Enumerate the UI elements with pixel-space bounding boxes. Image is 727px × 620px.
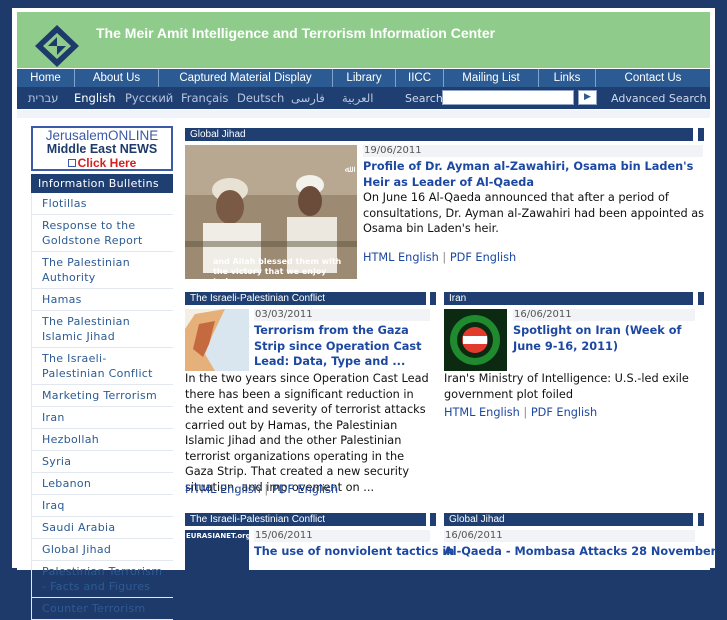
- lang-english[interactable]: English: [74, 91, 116, 105]
- jol-click-here[interactable]: Click Here: [33, 156, 171, 170]
- lang-hebrew[interactable]: עברית: [28, 91, 58, 105]
- sidebar-item-response-to-the-goldstone-report[interactable]: Response to the Goldstone Report: [31, 215, 173, 252]
- site-title[interactable]: The Meir Amit Intelligence and Terrorism…: [96, 25, 495, 41]
- section-tick: [430, 513, 436, 526]
- gaza-article-headline[interactable]: Terrorism from the Gaza Strip since Oper…: [254, 323, 426, 370]
- section-header-iran[interactable]: Iran: [444, 292, 693, 305]
- sidebar-item-saudi-arabia[interactable]: Saudi Arabia: [31, 517, 173, 539]
- lang-russian[interactable]: Русский: [125, 91, 173, 105]
- html-english-link[interactable]: HTML English: [363, 251, 439, 264]
- thumbnail-caption: and Allah blessed them with the victory …: [213, 257, 342, 286]
- iran-article-headline[interactable]: Spotlight on Iran (Week of June 9-16, 20…: [513, 323, 695, 354]
- sidebar-item-hamas[interactable]: Hamas: [31, 289, 173, 311]
- lang-french[interactable]: Français: [181, 91, 228, 105]
- section-header-israeli-palestinian-2[interactable]: The Israeli-Palestinian Conflict: [185, 513, 426, 526]
- jerusalem-online-banner[interactable]: JerusalemONLINE Middle East NEWS Click H…: [31, 126, 173, 171]
- nav-home[interactable]: Home: [17, 69, 75, 87]
- featured-links: HTML English | PDF English: [363, 251, 517, 264]
- iran-article-links: HTML English | PDF English: [444, 406, 598, 419]
- sidebar-item-palestinian-terrorism-facts-and-figures[interactable]: Palestinian Terrorism - Facts and Figure…: [31, 561, 173, 598]
- language-bar: עברית English Русский Français Deutsch ف…: [17, 87, 710, 109]
- section-header-global-jihad-2[interactable]: Global Jihad: [444, 513, 693, 526]
- sidebar-item-lebanon[interactable]: Lebanon: [31, 473, 173, 495]
- section-tick: [430, 292, 436, 305]
- sidebar-item-global-jihad[interactable]: Global Jihad: [31, 539, 173, 561]
- bottom-right-headline[interactable]: Al-Qaeda - Mombasa Attacks 28 November: [444, 544, 716, 560]
- article-date: 16/06/2011: [513, 309, 695, 321]
- sidebar: JerusalemONLINE Middle East NEWS Click H…: [31, 126, 173, 620]
- article-date: 19/06/2011: [363, 145, 703, 157]
- lang-german[interactable]: Deutsch: [237, 91, 284, 105]
- featured-summary: On June 16 Al-Qaeda announced that after…: [363, 191, 705, 235]
- pdf-english-link[interactable]: PDF English: [531, 406, 597, 419]
- nav-iicc[interactable]: IICC: [396, 69, 444, 87]
- sidebar-item-iran[interactable]: Iran: [31, 407, 173, 429]
- iran-logo-thumbnail[interactable]: [444, 309, 507, 371]
- sidebar-item-marketing-terrorism[interactable]: Marketing Terrorism: [31, 385, 173, 407]
- html-english-link[interactable]: HTML English: [444, 406, 520, 419]
- section-tick: [698, 292, 704, 305]
- nav-contact-us[interactable]: Contact Us: [596, 69, 710, 87]
- nav-mailing-list[interactable]: Mailing List: [444, 69, 539, 87]
- featured-headline[interactable]: Profile of Dr. Ayman al-Zawahiri, Osama …: [363, 159, 703, 190]
- main-nav: Home About Us Captured Material Display Lib…: [17, 69, 710, 87]
- sidebar-item-flotillas[interactable]: Flotillas: [31, 193, 173, 215]
- search-input[interactable]: [442, 90, 574, 105]
- advanced-search-link[interactable]: Advanced Search: [611, 92, 707, 105]
- sidebar-item-iraq[interactable]: Iraq: [31, 495, 173, 517]
- section-tick: [698, 513, 704, 526]
- nav-about-us[interactable]: About Us: [75, 69, 159, 87]
- section-header-global-jihad[interactable]: Global Jihad: [185, 128, 693, 141]
- sidebar-item-hezbollah[interactable]: Hezbollah: [31, 429, 173, 451]
- nav-captured-material-display[interactable]: Captured Material Display: [159, 69, 333, 87]
- pdf-english-link[interactable]: PDF English: [450, 251, 516, 264]
- jol-brand: JerusalemONLINE: [45, 128, 159, 143]
- section-header-israeli-palestinian[interactable]: The Israeli-Palestinian Conflict: [185, 292, 426, 305]
- sidebar-item-the-israeli-palestinian-conflict[interactable]: The Israeli-Palestinian Conflict: [31, 348, 173, 385]
- page-frame: The Meir Amit Intelligence and Terrorism…: [12, 8, 716, 620]
- gaza-article-links: HTML English | PDF English: [185, 483, 339, 496]
- nav-links[interactable]: Links: [539, 69, 596, 87]
- search-label: Search: [405, 92, 443, 105]
- checkbox-icon: [67, 159, 76, 167]
- iran-article-summary: Iran's Ministry of Intelligence: U.S.-le…: [444, 372, 689, 401]
- html-english-link[interactable]: HTML English: [185, 483, 261, 496]
- gaza-map-thumbnail[interactable]: [185, 309, 249, 371]
- sidebar-item-syria[interactable]: Syria: [31, 451, 173, 473]
- article-date: 03/03/2011: [254, 309, 430, 321]
- sidebar-item-the-palestinian-islamic-jihad[interactable]: The Palestinian Islamic Jihad: [31, 311, 173, 348]
- article-date: 16/06/2011: [444, 530, 695, 542]
- eurasianet-label: EURASIANET.org: [186, 532, 251, 540]
- nav-library[interactable]: Library: [333, 69, 396, 87]
- pdf-english-link[interactable]: PDF English: [272, 483, 338, 496]
- site-header: The Meir Amit Intelligence and Terrorism…: [17, 12, 710, 68]
- main-content: JerusalemONLINE Middle East NEWS Click H…: [17, 110, 716, 620]
- site-logo-icon[interactable]: [34, 24, 80, 68]
- section-tick: [698, 128, 704, 141]
- sidebar-list: Flotillas Response to the Goldstone Repor…: [31, 193, 173, 620]
- gaza-article-summary: In the two years since Operation Cast Le…: [185, 372, 429, 494]
- lang-arabic[interactable]: العربية: [342, 91, 373, 105]
- search-button[interactable]: ▶: [578, 90, 597, 105]
- article-date: 15/06/2011: [254, 530, 430, 542]
- sidebar-item-the-palestinian-authority[interactable]: The Palestinian Authority: [31, 252, 173, 289]
- eurasianet-thumbnail[interactable]: EURASIANET.org: [185, 530, 251, 570]
- sidebar-heading[interactable]: Information Bulletins: [31, 174, 173, 193]
- jol-subtitle: Middle East NEWS: [46, 142, 158, 156]
- lang-farsi[interactable]: فارسی: [291, 91, 325, 105]
- sidebar-item-counter-terrorism[interactable]: Counter Terrorism: [31, 598, 173, 620]
- bottom-left-headline[interactable]: The use of nonviolent tactics in: [254, 544, 454, 560]
